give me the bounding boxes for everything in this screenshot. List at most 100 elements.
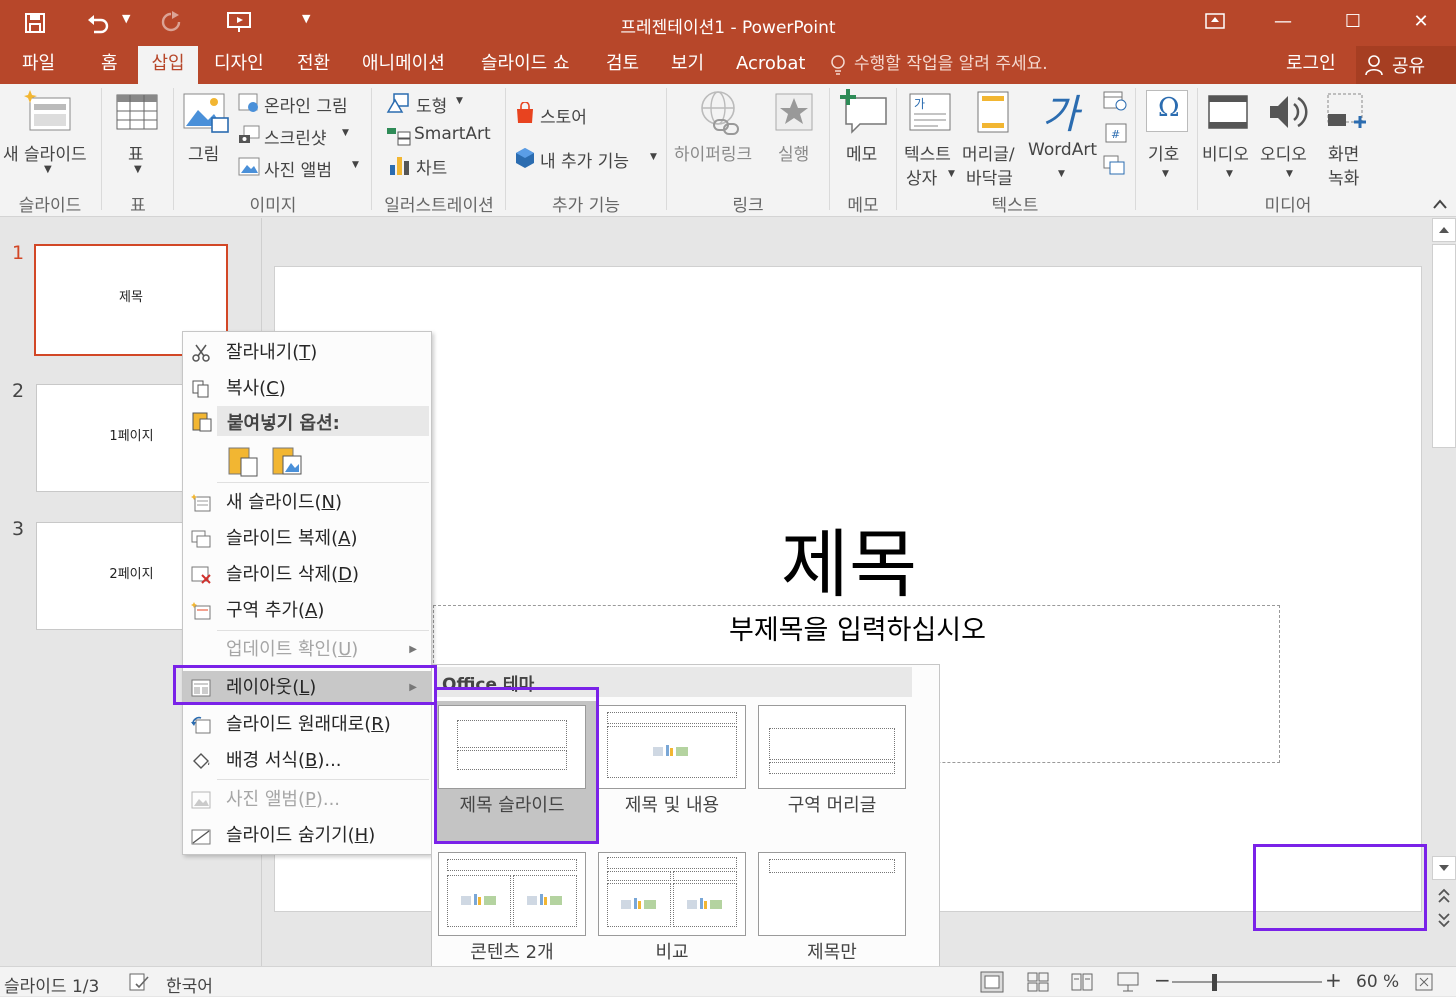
tab-design[interactable]: 디자인 bbox=[214, 46, 264, 84]
header-footer-button[interactable]: 머리글/ 바닥글 bbox=[962, 84, 1024, 189]
menu-label-tail: ) bbox=[351, 639, 359, 660]
next-slide-icon[interactable] bbox=[1437, 912, 1451, 928]
menu-item-copy[interactable]: 복사(C) bbox=[183, 372, 431, 406]
online-pictures-button[interactable]: 온라인 그림 bbox=[236, 90, 366, 117]
scroll-up-button[interactable] bbox=[1432, 218, 1456, 242]
close-button[interactable]: ✕ bbox=[1398, 6, 1444, 38]
zoom-slider-thumb[interactable] bbox=[1212, 974, 1217, 991]
textbox-dropdown-icon: ▼ bbox=[948, 169, 955, 179]
fit-to-window-icon[interactable] bbox=[1414, 972, 1434, 992]
menu-item-reset-slide[interactable]: 슬라이드 원래대로(R) bbox=[183, 708, 431, 742]
share-button[interactable]: 공유 bbox=[1356, 46, 1456, 84]
comment-button[interactable]: 메모 bbox=[832, 84, 894, 189]
maximize-button[interactable]: ☐ bbox=[1330, 6, 1376, 38]
previous-slide-icon[interactable] bbox=[1437, 888, 1451, 904]
hyperlink-icon bbox=[701, 91, 739, 135]
textbox-button[interactable]: 가 텍스트 상자 ▼ bbox=[900, 84, 962, 189]
tab-acrobat[interactable]: Acrobat bbox=[736, 46, 805, 84]
action-button[interactable]: 실행 bbox=[768, 84, 824, 189]
language-status[interactable]: 한국어 bbox=[166, 972, 213, 997]
normal-view-icon[interactable] bbox=[980, 971, 1004, 993]
hyperlink-button[interactable]: 하이퍼링크 bbox=[670, 84, 766, 189]
wordart-button[interactable]: 가 WordArt ▼ bbox=[1026, 84, 1098, 189]
group-addins-label: 추가 기능 bbox=[552, 196, 620, 216]
content-icons bbox=[461, 894, 496, 905]
paste-as-picture-icon[interactable] bbox=[271, 444, 305, 478]
symbols-button[interactable]: Ω 기호 ▼ bbox=[1140, 84, 1194, 189]
tab-slideshow[interactable]: 슬라이드 쇼 bbox=[481, 46, 570, 84]
video-dropdown-icon: ▼ bbox=[1226, 169, 1233, 179]
menu-item-delete-slide[interactable]: 슬라이드 삭제(D) bbox=[183, 558, 431, 592]
zoom-level[interactable]: 60 % bbox=[1356, 972, 1399, 992]
tab-view[interactable]: 보기 bbox=[671, 46, 704, 84]
pictures-button[interactable]: 그림 bbox=[178, 84, 234, 189]
text-placeholder bbox=[673, 871, 737, 881]
menu-item-photo-album[interactable]: 사진 앨범(P)... bbox=[183, 783, 431, 817]
my-addins-button[interactable]: 내 추가 기능 ▼ bbox=[512, 144, 662, 172]
content-icons bbox=[653, 745, 688, 756]
reading-view-icon[interactable] bbox=[1070, 971, 1094, 993]
audio-dropdown-icon: ▼ bbox=[1286, 169, 1293, 179]
menu-label-tail: ) bbox=[350, 528, 358, 549]
zoom-in-button[interactable]: + bbox=[1325, 968, 1342, 992]
tab-animations[interactable]: 애니메이션 bbox=[362, 46, 445, 84]
menu-item-duplicate-slide[interactable]: 슬라이드 복제(A) bbox=[183, 522, 431, 556]
slide-sorter-view-icon[interactable] bbox=[1026, 971, 1050, 993]
tell-me-search[interactable]: 수행할 작업을 알려 주세요. bbox=[854, 46, 1048, 82]
menu-item-hide-slide[interactable]: 슬라이드 숨기기(H) bbox=[183, 819, 431, 853]
slideshow-view-icon[interactable] bbox=[1116, 971, 1140, 993]
shapes-button[interactable]: 도형 ▼ bbox=[384, 90, 504, 117]
layout-thumbnail-two-content[interactable] bbox=[438, 852, 586, 936]
layout-thumbnail-title-content[interactable] bbox=[598, 705, 746, 789]
object-icon[interactable] bbox=[1102, 154, 1128, 176]
slide-thumbnail-text: 2페이지 bbox=[109, 567, 154, 582]
minimize-button[interactable]: — bbox=[1260, 6, 1306, 38]
menu-label: 새 슬라이드( bbox=[226, 492, 322, 513]
tab-home[interactable]: 홈 bbox=[101, 46, 118, 84]
tab-transitions[interactable]: 전환 bbox=[297, 46, 330, 84]
new-slide-button[interactable]: 새 슬라이드 ▼ bbox=[0, 84, 100, 189]
layout-thumbnail-section-header[interactable] bbox=[758, 705, 906, 789]
chart-button[interactable]: 차트 bbox=[384, 152, 504, 179]
slide-number-icon[interactable]: # bbox=[1102, 122, 1128, 144]
zoom-slider[interactable] bbox=[1172, 981, 1322, 983]
audio-button[interactable]: 오디오 ▼ bbox=[1260, 84, 1320, 189]
tab-insert[interactable]: 삽입 bbox=[138, 46, 198, 84]
menu-item-new-slide[interactable]: 새 슬라이드(N) bbox=[183, 486, 431, 520]
video-button[interactable]: 비디오 ▼ bbox=[1200, 84, 1260, 189]
group-tables-label: 표 bbox=[130, 196, 146, 216]
ribbon-display-options-icon[interactable] bbox=[1192, 6, 1238, 38]
date-time-icon[interactable] bbox=[1102, 90, 1128, 112]
scroll-down-button[interactable] bbox=[1432, 856, 1456, 880]
omega-icon: Ω bbox=[1146, 90, 1188, 132]
shapes-dropdown-icon: ▼ bbox=[456, 96, 463, 106]
tab-file[interactable]: 파일 bbox=[22, 46, 55, 84]
slide-title[interactable]: 제목 bbox=[275, 505, 1423, 612]
accelerator-key: A bbox=[338, 528, 351, 549]
menu-item-cut[interactable]: 잘라내기(T) bbox=[183, 336, 431, 370]
tab-review[interactable]: 검토 bbox=[606, 46, 639, 84]
wordart-label: WordArt bbox=[1028, 140, 1097, 160]
store-button[interactable]: 스토어 bbox=[512, 100, 632, 128]
vertical-scrollbar[interactable] bbox=[1432, 218, 1456, 938]
symbols-dropdown-icon: ▼ bbox=[1162, 169, 1169, 179]
scroll-thumb[interactable] bbox=[1432, 244, 1456, 448]
group-text-label: 텍스트 bbox=[991, 196, 1039, 216]
signin-link[interactable]: 로그인 bbox=[1286, 46, 1336, 84]
collapse-ribbon-icon[interactable] bbox=[1432, 198, 1448, 210]
table-button[interactable]: 표 ▼ bbox=[104, 84, 172, 189]
layout-thumbnail-comparison[interactable] bbox=[598, 852, 746, 936]
menu-label-tail: ) bbox=[383, 714, 391, 735]
smartart-button[interactable]: SmartArt bbox=[384, 122, 504, 148]
spelling-check-icon[interactable] bbox=[128, 972, 150, 992]
layout-thumbnail-title-only[interactable] bbox=[758, 852, 906, 936]
screen-recording-button[interactable]: 화면 녹화 bbox=[1320, 84, 1374, 189]
menu-item-format-background[interactable]: 배경 서식(B)... bbox=[183, 744, 431, 778]
screenshot-button[interactable]: 스크린샷 ▼ bbox=[236, 122, 366, 149]
title-placeholder bbox=[607, 857, 737, 869]
menu-item-check-updates[interactable]: 업데이트 확인(U) ▶ bbox=[183, 633, 431, 667]
photo-album-button[interactable]: 사진 앨범 ▼ bbox=[236, 154, 366, 181]
menu-item-add-section[interactable]: 구역 추가(A) bbox=[183, 594, 431, 628]
zoom-out-button[interactable]: − bbox=[1154, 968, 1171, 992]
paste-use-destination-theme-icon[interactable] bbox=[227, 444, 261, 478]
